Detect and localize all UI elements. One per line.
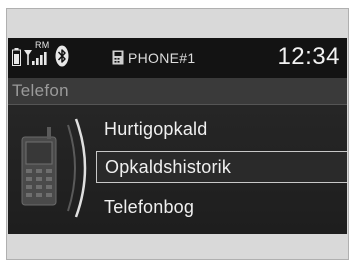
menu-item-speed-dial[interactable]: Hurtigopkald <box>96 113 347 145</box>
mobile-phone-icon <box>14 113 104 223</box>
menu-item-call-history[interactable]: Opkaldshistorik <box>96 151 347 183</box>
menu-item-label: Telefonbog <box>104 197 195 217</box>
connected-phone-name: PHONE#1 <box>128 50 196 66</box>
audio-display-screen: RM PHONE#1 12:34 Telefon Hurtigopkald Op… <box>8 38 347 234</box>
page: RM PHONE#1 12:34 Telefon Hurtigopkald Op… <box>0 0 355 266</box>
phone-device-icon <box>112 50 124 70</box>
roaming-badge: RM <box>35 40 50 50</box>
menu-item-phonebook[interactable]: Telefonbog <box>96 191 347 223</box>
bluetooth-icon <box>55 45 69 72</box>
menu-item-label: Opkaldshistorik <box>105 157 232 177</box>
phone-menu-panel: Hurtigopkald Opkaldshistorik Telefonbog <box>8 105 347 234</box>
title-bar: Telefon <box>8 78 347 105</box>
page-title: Telefon <box>12 81 69 100</box>
battery-icon <box>12 48 21 71</box>
menu-item-label: Hurtigopkald <box>104 119 208 139</box>
status-bar: RM PHONE#1 12:34 <box>8 38 347 78</box>
clock: 12:34 <box>277 43 340 70</box>
